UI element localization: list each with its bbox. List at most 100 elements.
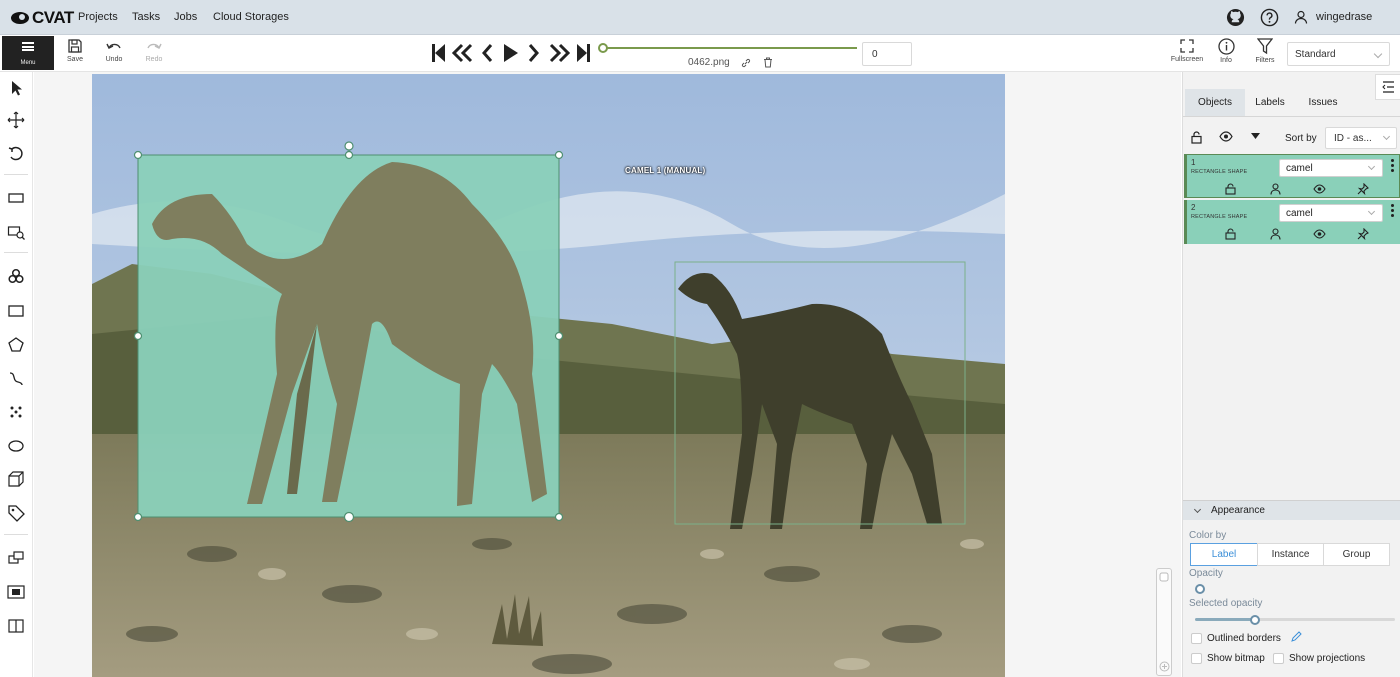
fast-forward-icon[interactable]: [548, 43, 570, 63]
redo-label: Redo: [145, 56, 163, 63]
info-button[interactable]: Info: [1209, 38, 1243, 70]
sort-by-select[interactable]: ID - as...: [1325, 127, 1397, 149]
save-button[interactable]: Save: [58, 38, 92, 70]
frame-slider-track[interactable]: [603, 47, 857, 49]
frame-image[interactable]: CAMEL 1 (MANUAL): [92, 74, 1005, 677]
shape-caption: CAMEL 1 (MANUAL): [625, 166, 706, 175]
color-by-label-option[interactable]: Label: [1190, 543, 1258, 566]
more-options-icon[interactable]: [1391, 204, 1395, 220]
color-by-instance-option[interactable]: Instance: [1257, 543, 1324, 566]
controls-sidebar: [0, 72, 33, 677]
previous-frame-icon[interactable]: [481, 43, 493, 63]
app-name: CVAT: [32, 8, 74, 27]
merge-shapes-icon[interactable]: [6, 548, 26, 568]
draw-cuboid-icon[interactable]: [6, 469, 26, 489]
undo-button[interactable]: Undo: [97, 38, 131, 70]
more-options-icon[interactable]: [1391, 159, 1395, 175]
frame-number-input[interactable]: 0: [862, 42, 912, 66]
desert-camels-photo: [92, 74, 1005, 677]
frame-slider-thumb[interactable]: [598, 43, 608, 53]
object-card-1[interactable]: 1 RECTANGLE SHAPE camel: [1184, 154, 1400, 198]
object-label-select[interactable]: camel: [1279, 204, 1383, 222]
tag-icon[interactable]: [6, 503, 26, 523]
fit-image-icon[interactable]: [6, 188, 26, 208]
lock-all-icon[interactable]: [1191, 131, 1202, 144]
color-by-group-option[interactable]: Group: [1323, 543, 1390, 566]
next-frame-icon[interactable]: [528, 43, 540, 63]
show-bitmap-label: Show bitmap: [1207, 653, 1265, 664]
ai-tools-icon[interactable]: [6, 266, 26, 286]
user-name[interactable]: wingedrase: [1316, 11, 1372, 23]
move-icon[interactable]: [6, 110, 26, 130]
nav-link-projects[interactable]: Projects: [78, 11, 118, 23]
edit-color-icon[interactable]: [1291, 631, 1302, 642]
play-icon[interactable]: [503, 43, 519, 63]
zoom-slider[interactable]: [1156, 568, 1172, 676]
chevron-down-icon: [1382, 132, 1391, 141]
tab-issues[interactable]: Issues: [1297, 89, 1349, 116]
sort-by-label: Sort by: [1285, 133, 1317, 144]
lock-icon[interactable]: [1225, 228, 1236, 240]
split-track-icon[interactable]: [6, 616, 26, 636]
outlined-borders-checkbox[interactable]: [1191, 633, 1202, 644]
selected-opacity-slider[interactable]: [1250, 615, 1260, 625]
occluded-icon[interactable]: [1270, 183, 1281, 195]
nav-link-cloud-storages[interactable]: Cloud Storages: [213, 11, 289, 23]
annotation-canvas[interactable]: CAMEL 1 (MANUAL): [34, 72, 1181, 677]
pin-icon[interactable]: [1357, 228, 1369, 240]
sort-by-value: ID - as...: [1334, 133, 1372, 144]
appearance-header[interactable]: Appearance: [1183, 500, 1400, 520]
cursor-icon[interactable]: [6, 78, 26, 98]
show-projections-label: Show projections: [1289, 653, 1366, 664]
zoom-region-icon[interactable]: [6, 222, 26, 242]
object-type: RECTANGLE SHAPE: [1191, 169, 1248, 175]
object-card-2[interactable]: 2 RECTANGLE SHAPE camel: [1184, 200, 1400, 244]
github-icon[interactable]: [1226, 8, 1245, 27]
workspace-select[interactable]: Standard: [1287, 42, 1390, 66]
nav-link-jobs[interactable]: Jobs: [174, 11, 197, 23]
lock-icon[interactable]: [1225, 183, 1236, 195]
user-icon[interactable]: [1294, 10, 1308, 24]
show-projections-checkbox[interactable]: [1273, 653, 1284, 664]
cvat-logo[interactable]: CVAT: [10, 8, 74, 28]
object-label-select[interactable]: camel: [1279, 159, 1383, 177]
pin-icon[interactable]: [1357, 183, 1369, 195]
draw-points-icon[interactable]: [6, 402, 26, 422]
selected-opacity-track-rest[interactable]: [1255, 618, 1395, 621]
show-bitmap-checkbox[interactable]: [1191, 653, 1202, 664]
draw-polyline-icon[interactable]: [6, 369, 26, 389]
object-actions: [1219, 227, 1369, 241]
caret-down-icon[interactable]: [1251, 133, 1260, 140]
draw-ellipse-icon[interactable]: [6, 436, 26, 456]
group-shapes-icon[interactable]: [6, 582, 26, 602]
opacity-slider[interactable]: [1195, 584, 1205, 594]
nav-link-tasks[interactable]: Tasks: [132, 11, 160, 23]
tab-objects[interactable]: Objects: [1185, 89, 1245, 116]
visibility-icon[interactable]: [1313, 229, 1326, 239]
draw-polygon-icon[interactable]: [6, 335, 26, 355]
objects-list-header: Sort by ID - as...: [1183, 122, 1400, 154]
selected-opacity-track[interactable]: [1195, 618, 1255, 621]
last-frame-icon[interactable]: [576, 43, 590, 63]
redo-button[interactable]: Redo: [137, 38, 171, 70]
delete-frame-icon[interactable]: [763, 57, 773, 68]
filters-button[interactable]: Filters: [1248, 38, 1282, 70]
draw-rectangle-icon[interactable]: [6, 301, 26, 321]
zoom-in-icon[interactable]: [1159, 661, 1170, 672]
tab-labels[interactable]: Labels: [1247, 89, 1293, 116]
object-label-value: camel: [1286, 208, 1313, 219]
help-icon[interactable]: [1260, 8, 1279, 27]
visibility-icon[interactable]: [1313, 184, 1326, 194]
workspace-value: Standard: [1295, 49, 1336, 60]
first-frame-icon[interactable]: [432, 43, 446, 63]
copy-link-icon[interactable]: [741, 58, 751, 68]
rotate-icon[interactable]: [6, 144, 26, 164]
menu-button[interactable]: Menu: [2, 36, 54, 70]
occluded-icon[interactable]: [1270, 228, 1281, 240]
save-label: Save: [67, 56, 83, 63]
chevron-down-icon: [1367, 162, 1376, 171]
chevron-down-icon: [1193, 505, 1202, 514]
fast-backward-icon[interactable]: [452, 43, 474, 63]
fullscreen-button[interactable]: Fullscreen: [1170, 38, 1204, 70]
eye-all-icon[interactable]: [1219, 131, 1233, 142]
